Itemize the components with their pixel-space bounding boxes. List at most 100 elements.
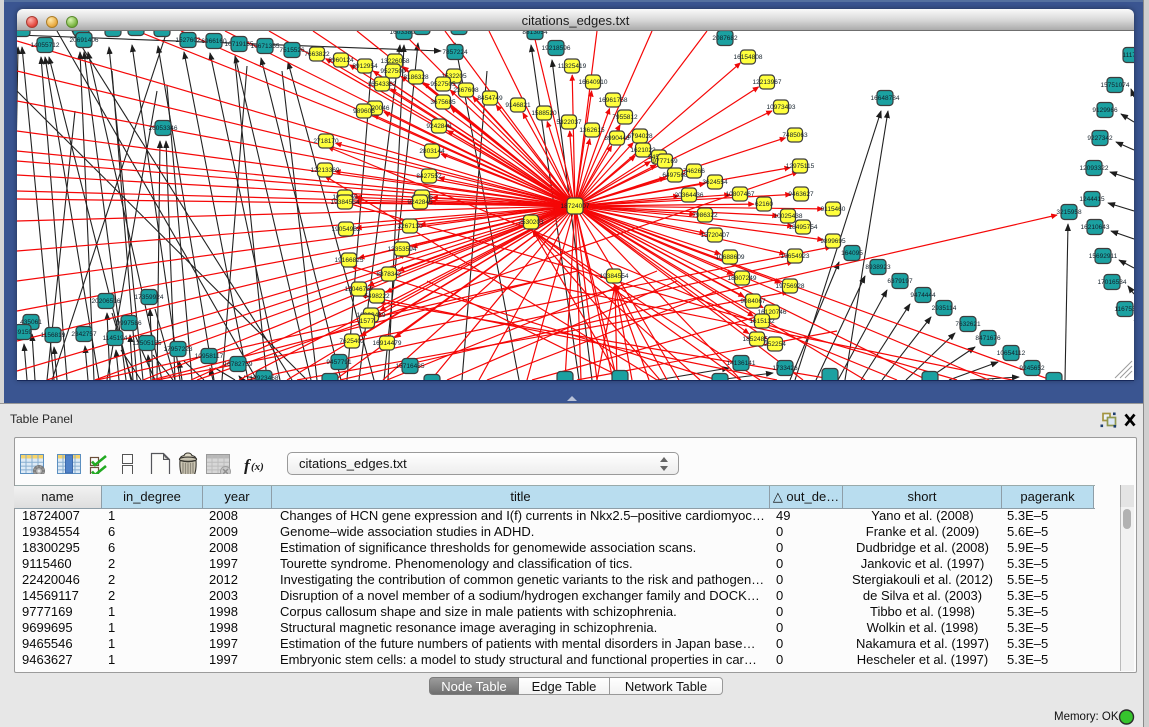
svg-text:20691406: 20691406 xyxy=(70,37,99,44)
svg-text:6794028: 6794028 xyxy=(627,133,653,140)
svg-text:7515526: 7515526 xyxy=(279,47,305,54)
svg-text:12975115: 12975115 xyxy=(786,163,815,170)
svg-text:7955812: 7955812 xyxy=(612,114,638,121)
svg-text:10688609: 10688609 xyxy=(716,254,745,261)
svg-text:26053346: 26053346 xyxy=(149,125,178,132)
svg-text:15751074: 15751074 xyxy=(1101,82,1130,89)
svg-text:3215958: 3215958 xyxy=(1056,209,1082,216)
svg-text:746266: 746266 xyxy=(683,168,705,175)
svg-text:19054982: 19054982 xyxy=(332,226,361,233)
svg-text:8471676: 8471676 xyxy=(975,335,1001,342)
svg-text:5498222: 5498222 xyxy=(364,293,390,300)
svg-text:19218596: 19218596 xyxy=(542,45,571,52)
svg-text:9227342: 9227342 xyxy=(1087,135,1113,142)
svg-text:16648784: 16648784 xyxy=(871,95,900,102)
svg-text:10973493: 10973493 xyxy=(767,104,796,111)
svg-text:7663822: 7663822 xyxy=(304,51,330,58)
svg-text:9527500: 9527500 xyxy=(380,68,406,75)
svg-text:(x): (x) xyxy=(251,461,264,473)
svg-text:1733426: 1733426 xyxy=(772,365,798,372)
svg-text:19384554: 19384554 xyxy=(600,273,629,280)
svg-text:9777169: 9777169 xyxy=(652,158,678,165)
svg-text:8990448: 8990448 xyxy=(604,135,630,142)
svg-text:16914479: 16914479 xyxy=(373,340,402,347)
svg-text:9129966: 9129966 xyxy=(1092,107,1118,114)
svg-text:9527505: 9527505 xyxy=(430,81,456,88)
svg-text:11325419: 11325419 xyxy=(558,63,587,70)
svg-text:16210643: 16210643 xyxy=(1081,224,1110,231)
svg-text:8912954: 8912954 xyxy=(352,63,378,70)
svg-text:14136141: 14136141 xyxy=(727,360,756,367)
svg-text:16961758: 16961758 xyxy=(599,97,628,104)
svg-text:9899695: 9899695 xyxy=(820,238,846,245)
svg-text:989605: 989605 xyxy=(353,108,375,115)
svg-text:17359924: 17359924 xyxy=(135,294,164,301)
svg-text:9474444: 9474444 xyxy=(910,292,936,299)
svg-text:7857224: 7857224 xyxy=(442,49,468,56)
svg-text:13353594: 13353594 xyxy=(388,246,417,253)
svg-text:12213369: 12213369 xyxy=(311,167,340,174)
svg-text:6379197: 6379197 xyxy=(887,278,913,285)
svg-text:2530203: 2530203 xyxy=(518,219,544,226)
svg-text:16671355: 16671355 xyxy=(251,43,280,50)
svg-text:2367608: 2367608 xyxy=(453,87,479,94)
svg-text:10654112: 10654112 xyxy=(997,350,1026,357)
svg-text:8186328: 8186328 xyxy=(403,74,429,81)
svg-text:8878342: 8878342 xyxy=(376,271,402,278)
svg-text:1577: 1577 xyxy=(360,318,375,325)
svg-text:19166825: 19166825 xyxy=(335,257,364,264)
svg-text:1156819: 1156819 xyxy=(41,332,66,339)
svg-text:9997586: 9997586 xyxy=(116,320,142,327)
svg-text:164095: 164095 xyxy=(841,250,863,257)
svg-text:7632621: 7632621 xyxy=(955,321,981,328)
svg-text:16640910: 16640910 xyxy=(579,79,608,86)
svg-text:9242848: 9242848 xyxy=(426,123,452,130)
svg-text:20206516: 20206516 xyxy=(92,298,121,305)
svg-text:3675685: 3675685 xyxy=(430,99,456,106)
svg-text:7986322: 7986322 xyxy=(692,212,718,219)
svg-text:9146821: 9146821 xyxy=(505,102,531,109)
svg-text:16154808: 16154808 xyxy=(734,54,763,61)
svg-text:2342757: 2342757 xyxy=(71,331,97,338)
svg-text:5322037: 5322037 xyxy=(556,119,582,126)
svg-text:17016534: 17016534 xyxy=(1098,279,1127,286)
svg-text:18724007: 18724007 xyxy=(561,203,590,210)
svg-text:8454749: 8454749 xyxy=(477,95,503,102)
svg-text:10958117: 10958117 xyxy=(195,353,224,360)
svg-text:16543382: 16543382 xyxy=(368,81,397,88)
svg-text:2803144: 2803144 xyxy=(419,148,445,155)
svg-text:39159: 39159 xyxy=(17,329,32,336)
svg-text:3267130: 3267130 xyxy=(397,223,423,230)
svg-text:62160: 62160 xyxy=(755,201,773,208)
svg-text:17957223: 17957223 xyxy=(164,346,193,353)
svg-text:8813054: 8813054 xyxy=(522,31,548,36)
svg-text:8960124: 8960124 xyxy=(328,57,354,64)
svg-text:1588520: 1588520 xyxy=(531,110,557,117)
svg-text:16782759: 16782759 xyxy=(224,361,253,368)
svg-text:3624554: 3624554 xyxy=(702,179,728,186)
svg-text:116753: 116753 xyxy=(1114,306,1134,313)
svg-text:9115460: 9115460 xyxy=(821,206,846,213)
svg-text:10719155: 10719155 xyxy=(225,41,254,48)
svg-text:1527602: 1527602 xyxy=(175,37,201,44)
svg-text:6966160: 6966160 xyxy=(201,38,227,45)
svg-text:2087682: 2087682 xyxy=(712,35,738,42)
svg-text:15716485: 15716485 xyxy=(396,363,425,370)
svg-text:19756928: 19756928 xyxy=(776,283,805,290)
svg-text:252254: 252254 xyxy=(764,341,786,348)
svg-text:19384554: 19384554 xyxy=(331,199,360,206)
svg-text:19654923: 19654923 xyxy=(781,253,810,260)
svg-text:8938923: 8938923 xyxy=(865,264,891,271)
svg-text:9463627: 9463627 xyxy=(788,191,814,198)
svg-text:11172: 11172 xyxy=(1122,52,1134,59)
svg-text:1244415: 1244415 xyxy=(1079,196,1105,203)
svg-text:10025438: 10025438 xyxy=(774,213,803,220)
svg-text:12093322: 12093322 xyxy=(1080,165,1109,172)
svg-text:2935114: 2935114 xyxy=(932,305,957,312)
svg-text:1615132: 1615132 xyxy=(749,318,775,325)
svg-text:12213967: 12213967 xyxy=(753,79,782,86)
svg-text:7485063: 7485063 xyxy=(782,132,808,139)
svg-text:2718170: 2718170 xyxy=(313,138,339,145)
svg-text:9084067: 9084067 xyxy=(740,298,766,305)
svg-text:15720407: 15720407 xyxy=(701,232,730,239)
